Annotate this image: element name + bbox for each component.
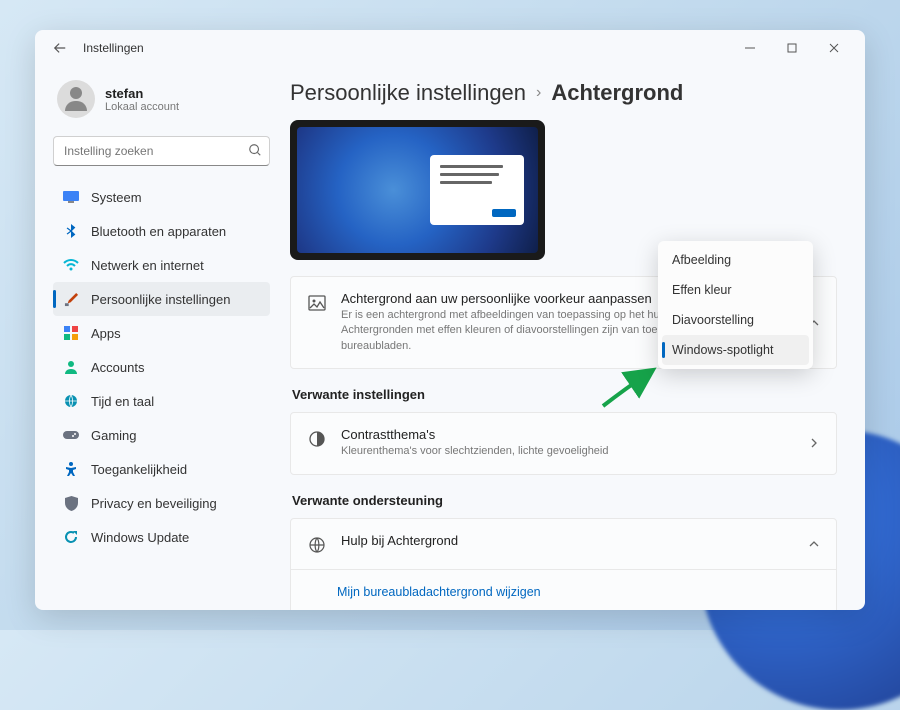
card-title: Contrastthema's: [341, 427, 794, 442]
sidebar-item-gaming[interactable]: Gaming: [53, 418, 270, 452]
nav-label: Apps: [91, 326, 121, 341]
sidebar-item-system[interactable]: Systeem: [53, 180, 270, 214]
search-icon: [248, 143, 262, 157]
dropdown-option-windows-spotlight[interactable]: Windows-spotlight: [662, 335, 809, 365]
back-button[interactable]: [45, 33, 75, 63]
chevron-up-icon: [808, 538, 820, 550]
avatar: [57, 80, 95, 118]
card-title: Hulp bij Achtergrond: [341, 533, 794, 548]
breadcrumb-parent[interactable]: Persoonlijke instellingen: [290, 80, 526, 106]
sidebar-item-network[interactable]: Netwerk en internet: [53, 248, 270, 282]
sidebar-item-time-language[interactable]: Tijd en taal: [53, 384, 270, 418]
accessibility-icon: [63, 461, 79, 477]
apps-icon: [63, 325, 79, 341]
search-wrap: [53, 136, 270, 166]
background-preview: [290, 120, 545, 260]
shield-icon: [63, 495, 79, 511]
time-language-icon: [63, 393, 79, 409]
nav-label: Toegankelijkheid: [91, 462, 187, 477]
settings-window: Instellingen stefan Lokaal account Syste…: [35, 30, 865, 610]
close-icon: [829, 43, 839, 53]
sidebar-item-windows-update[interactable]: Windows Update: [53, 520, 270, 554]
contrast-themes-card[interactable]: Contrastthema's Kleurenthema's voor slec…: [290, 412, 837, 474]
dropdown-option-solid-color[interactable]: Effen kleur: [662, 275, 809, 305]
sidebar: stefan Lokaal account Systeem Bluetooth …: [35, 66, 280, 610]
nav-label: Gaming: [91, 428, 137, 443]
minimize-icon: [745, 43, 755, 53]
dropdown-option-image[interactable]: Afbeelding: [662, 245, 809, 275]
sidebar-item-privacy[interactable]: Privacy en beveiliging: [53, 486, 270, 520]
section-heading-support: Verwante ondersteuning: [292, 493, 837, 508]
globe-help-icon: [307, 535, 327, 555]
nav-label: Bluetooth en apparaten: [91, 224, 226, 239]
bluetooth-icon: [63, 223, 79, 239]
help-link-show-desktop-icons[interactable]: Bureaubladpictogrammen weergeven: [337, 606, 790, 610]
minimize-button[interactable]: [729, 33, 771, 63]
gaming-icon: [63, 427, 79, 443]
preview-screen: [297, 127, 538, 253]
chevron-right-icon: ›: [536, 84, 541, 102]
brush-icon: [63, 291, 79, 307]
help-background-card[interactable]: Hulp bij Achtergrond: [290, 518, 837, 570]
search-input[interactable]: [53, 136, 270, 166]
wifi-icon: [63, 257, 79, 273]
maximize-button[interactable]: [771, 33, 813, 63]
profile-name: stefan: [105, 86, 179, 101]
preview-dialog-icon: [430, 155, 524, 225]
breadcrumb: Persoonlijke instellingen › Achtergrond: [290, 80, 837, 106]
sidebar-item-personalization[interactable]: Persoonlijke instellingen: [53, 282, 270, 316]
nav-label: Privacy en beveiliging: [91, 496, 217, 511]
back-arrow-icon: [53, 41, 67, 55]
sidebar-item-bluetooth[interactable]: Bluetooth en apparaten: [53, 214, 270, 248]
system-icon: [63, 189, 79, 205]
card-desc: Kleurenthema's voor slechtzienden, licht…: [341, 444, 794, 459]
titlebar: Instellingen: [35, 30, 865, 66]
help-links-panel: Mijn bureaubladachtergrond wijzigen Bure…: [290, 570, 837, 610]
chevron-right-icon: [808, 437, 820, 449]
nav-label: Netwerk en internet: [91, 258, 204, 273]
sidebar-item-accessibility[interactable]: Toegankelijkheid: [53, 452, 270, 486]
nav-list: Systeem Bluetooth en apparaten Netwerk e…: [53, 180, 270, 554]
update-icon: [63, 529, 79, 545]
accounts-icon: [63, 359, 79, 375]
nav-label: Tijd en taal: [91, 394, 154, 409]
section-heading-related: Verwante instellingen: [292, 387, 837, 402]
app-title: Instellingen: [83, 41, 144, 55]
nav-label: Windows Update: [91, 530, 189, 545]
profile-block[interactable]: stefan Lokaal account: [53, 74, 270, 132]
sidebar-item-accounts[interactable]: Accounts: [53, 350, 270, 384]
profile-sub: Lokaal account: [105, 101, 179, 113]
close-button[interactable]: [813, 33, 855, 63]
page-title: Achtergrond: [551, 80, 683, 106]
contrast-icon: [307, 429, 327, 449]
help-link-change-background[interactable]: Mijn bureaubladachtergrond wijzigen: [337, 578, 790, 606]
main-content: Persoonlijke instellingen › Achtergrond …: [280, 66, 865, 610]
maximize-icon: [787, 43, 797, 53]
dropdown-option-slideshow[interactable]: Diavoorstelling: [662, 305, 809, 335]
nav-label: Systeem: [91, 190, 142, 205]
nav-label: Accounts: [91, 360, 144, 375]
background-type-dropdown: Afbeelding Effen kleur Diavoorstelling W…: [658, 241, 813, 369]
nav-label: Persoonlijke instellingen: [91, 292, 230, 307]
picture-icon: [307, 293, 327, 313]
sidebar-item-apps[interactable]: Apps: [53, 316, 270, 350]
window-controls: [729, 33, 855, 63]
